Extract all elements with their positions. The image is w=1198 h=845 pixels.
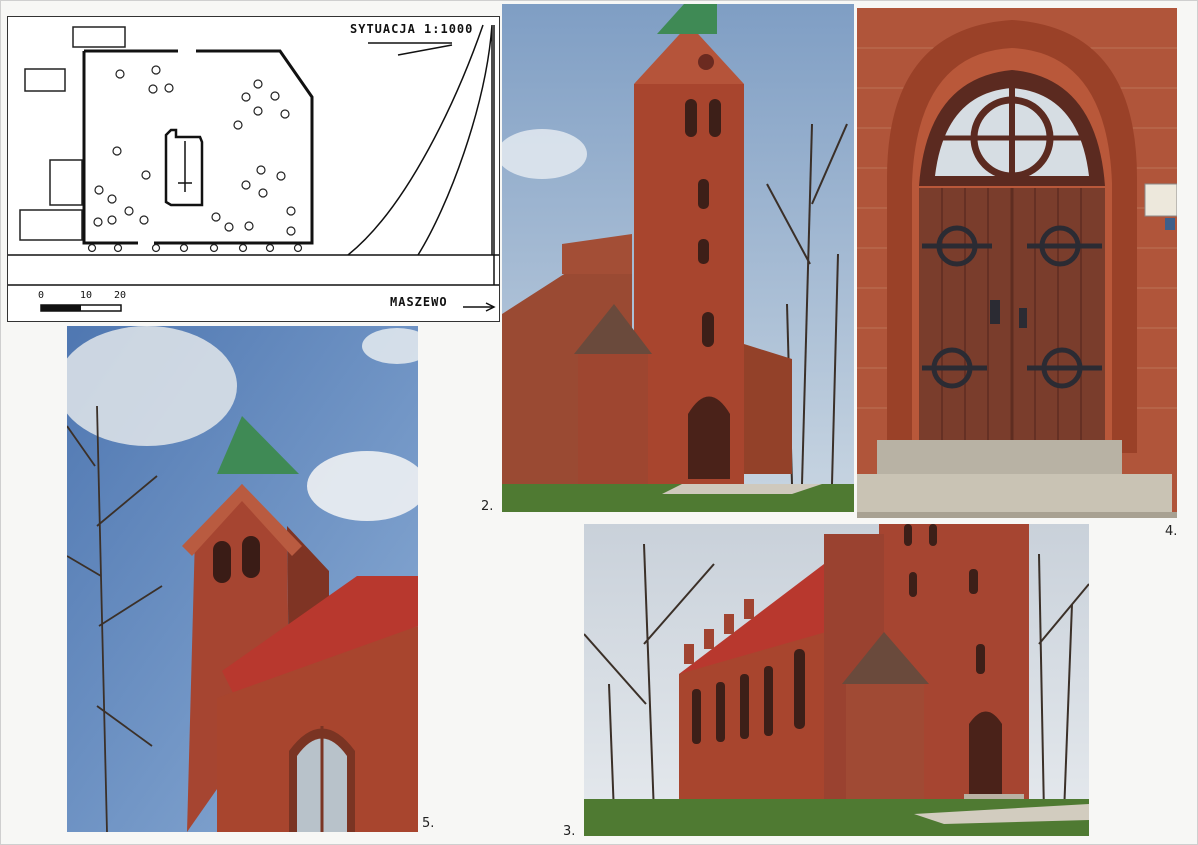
site-plan-title: SYTUACJA 1:1000 [350, 22, 474, 36]
scale-tick-0: 0 [38, 290, 45, 301]
photo-5-label: 5. [422, 816, 435, 831]
photo-4-label: 4. [1165, 524, 1178, 539]
photo-4 [857, 8, 1177, 518]
photo-3-label: 3. [563, 824, 576, 839]
photo-3 [584, 524, 1089, 836]
document-sheet: SYTUACJA 1:1000 MASZEWO 0 10 20 2. 4. 5.… [0, 0, 1198, 845]
site-plan-place-label: MASZEWO [390, 295, 448, 309]
site-plan: SYTUACJA 1:1000 MASZEWO 0 10 20 [7, 16, 500, 322]
site-plan-drawing [8, 24, 499, 312]
scale-tick-10: 10 [80, 290, 93, 301]
scale-tick-20: 20 [114, 290, 127, 301]
photo-5 [67, 326, 418, 832]
photo-2-label: 2. [481, 499, 494, 514]
photo-2 [502, 4, 854, 512]
